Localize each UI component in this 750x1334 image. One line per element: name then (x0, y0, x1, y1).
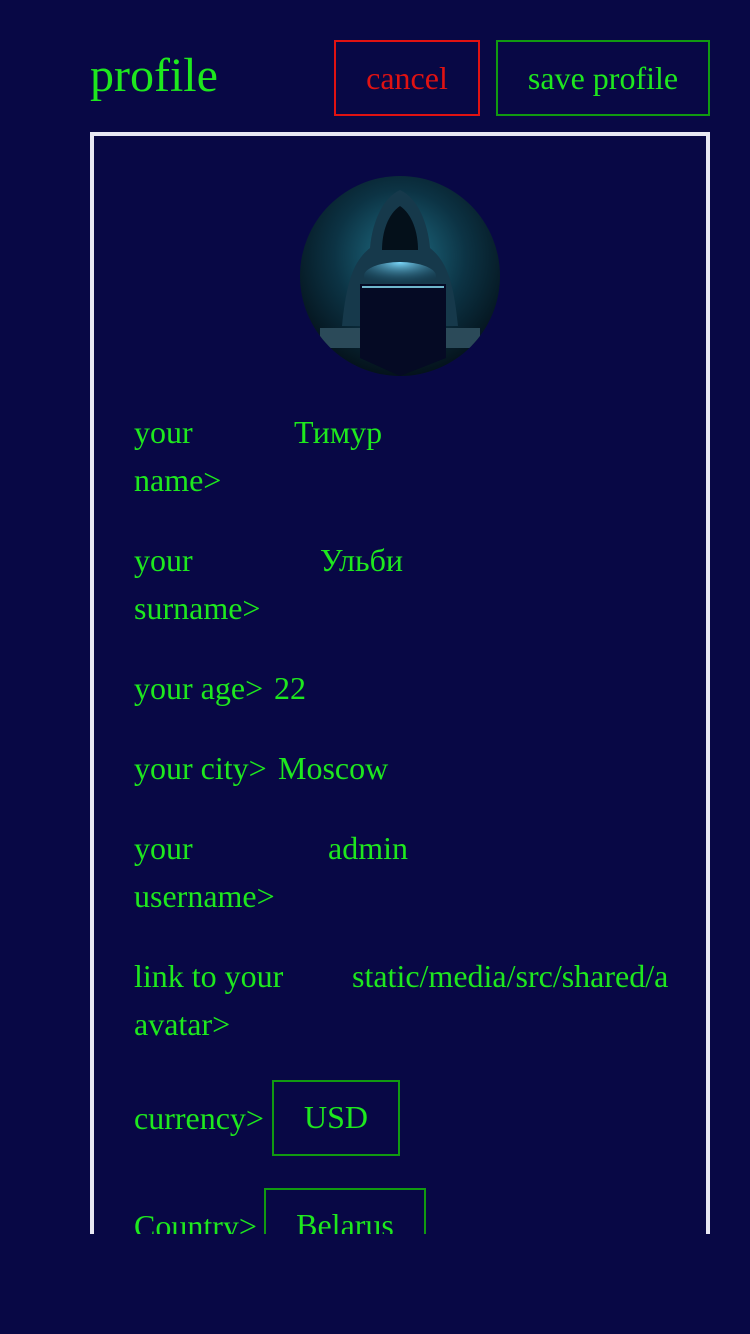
surname-input[interactable]: Ульби (320, 536, 403, 584)
cancel-button[interactable]: cancel (334, 40, 480, 116)
username-input[interactable]: admin (328, 824, 408, 872)
surname-label-line2: surname> (134, 590, 261, 626)
page-title: profile (90, 49, 218, 102)
country-label: Country> (134, 1208, 257, 1234)
avatar-link-label-line1: link to your (134, 958, 284, 994)
hooded-hacker-avatar-icon (300, 176, 500, 376)
save-profile-button[interactable]: save profile (496, 40, 710, 116)
username-label-line2: username> (134, 878, 275, 914)
username-label-line1: your (134, 830, 193, 866)
name-input[interactable]: Тимур (294, 408, 382, 456)
currency-label: currency> (134, 1100, 264, 1136)
age-input[interactable]: 22 (274, 664, 306, 712)
city-label: your city> (134, 750, 267, 786)
name-label-line1: your (134, 414, 193, 450)
avatar-link-input[interactable]: static/media/src/shared/a (352, 952, 670, 1000)
currency-select[interactable]: USD (272, 1080, 400, 1156)
surname-label-line1: your (134, 542, 193, 578)
avatar (300, 176, 500, 376)
country-select[interactable]: Belarus (264, 1188, 426, 1234)
city-input[interactable]: Moscow (278, 744, 388, 792)
profile-card: your name> Тимур your surname> Ульби you… (90, 132, 710, 1234)
avatar-link-label-line2: avatar> (134, 1006, 231, 1042)
name-label-line2: name> (134, 462, 222, 498)
age-label: your age> (134, 670, 264, 706)
